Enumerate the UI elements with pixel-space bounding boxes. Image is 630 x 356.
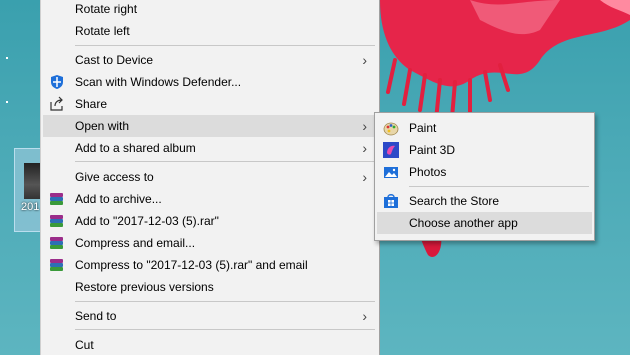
menu-item-label: Add to a shared album	[75, 141, 196, 155]
chevron-right-icon: ›	[362, 118, 367, 134]
menu-item-label: Send to	[75, 309, 117, 323]
menu-item-add-to-shared-album[interactable]: Add to a shared album ›	[43, 137, 377, 159]
menu-item-compress-and-email[interactable]: Compress and email...	[43, 232, 377, 254]
desktop-file-label: 201	[21, 201, 40, 213]
menu-separator	[75, 45, 375, 46]
menu-item-label: Give access to	[75, 170, 154, 184]
menu-item-open-with[interactable]: Open with ›	[43, 115, 377, 137]
menu-item-label: Cast to Device	[75, 53, 154, 67]
store-icon	[384, 194, 398, 208]
submenu-item-label: Paint 3D	[409, 143, 456, 157]
winrar-icon	[49, 213, 65, 229]
winrar-icon	[49, 191, 65, 207]
share-icon	[50, 96, 63, 111]
menu-item-label: Compress to "2017-12-03 (5).rar" and ema…	[75, 258, 308, 272]
menu-item-cast-to-device[interactable]: Cast to Device ›	[43, 49, 377, 71]
chevron-right-icon: ›	[362, 52, 367, 68]
submenu-item-label: Choose another app	[409, 216, 518, 230]
menu-item-restore-previous-versions[interactable]: Restore previous versions	[43, 276, 377, 298]
submenu-item-choose-another-app[interactable]: Choose another app	[377, 212, 592, 234]
menu-separator	[75, 301, 375, 302]
submenu-item-label: Search the Store	[409, 194, 500, 208]
menu-separator	[75, 161, 375, 162]
submenu-item-photos[interactable]: Photos	[377, 161, 592, 183]
desktop-dot	[6, 101, 8, 103]
menu-item-label: Scan with Windows Defender...	[75, 75, 242, 89]
winrar-icon	[49, 235, 65, 251]
submenu-item-label: Photos	[409, 165, 447, 179]
menu-separator	[75, 329, 375, 330]
menu-item-add-to-archive[interactable]: Add to archive...	[43, 188, 377, 210]
menu-item-compress-to-rar-and-email[interactable]: Compress to "2017-12-03 (5).rar" and ema…	[43, 254, 377, 276]
menu-item-label: Rotate right	[75, 2, 138, 16]
open-with-submenu: Paint Paint 3D Photos Search the Store C…	[374, 112, 595, 241]
paint-3d-icon	[383, 142, 399, 158]
submenu-item-label: Paint	[409, 121, 437, 135]
menu-item-label: Cut	[75, 338, 94, 352]
menu-item-rotate-right[interactable]: Rotate right	[43, 0, 377, 20]
chevron-right-icon: ›	[362, 140, 367, 156]
menu-item-label: Add to "2017-12-03 (5).rar"	[75, 214, 219, 228]
chevron-right-icon: ›	[362, 308, 367, 324]
menu-item-add-to-rar[interactable]: Add to "2017-12-03 (5).rar"	[43, 210, 377, 232]
menu-item-cut[interactable]: Cut	[43, 334, 377, 356]
submenu-item-paint[interactable]: Paint	[377, 117, 592, 139]
menu-item-share[interactable]: Share	[43, 93, 377, 115]
submenu-item-search-store[interactable]: Search the Store	[377, 190, 592, 212]
photos-icon	[384, 167, 398, 178]
menu-item-label: Rotate left	[75, 24, 130, 38]
menu-item-label: Compress and email...	[75, 236, 196, 250]
menu-item-label: Add to archive...	[75, 192, 162, 206]
windows-defender-shield-icon	[51, 75, 63, 89]
paint-icon	[383, 122, 399, 136]
menu-item-give-access-to[interactable]: Give access to ›	[43, 166, 377, 188]
menu-item-label: Restore previous versions	[75, 280, 214, 294]
menu-item-label: Open with	[75, 119, 130, 133]
winrar-icon	[49, 257, 65, 273]
menu-item-scan-defender[interactable]: Scan with Windows Defender...	[43, 71, 377, 93]
submenu-separator	[409, 186, 589, 187]
menu-item-send-to[interactable]: Send to ›	[43, 305, 377, 327]
submenu-item-paint-3d[interactable]: Paint 3D	[377, 139, 592, 161]
chevron-right-icon: ›	[362, 169, 367, 185]
menu-item-label: Share	[75, 97, 108, 111]
desktop-dot	[6, 57, 8, 59]
menu-item-rotate-left[interactable]: Rotate left	[43, 20, 377, 42]
context-menu: Rotate right Rotate left Cast to Device …	[40, 0, 380, 355]
